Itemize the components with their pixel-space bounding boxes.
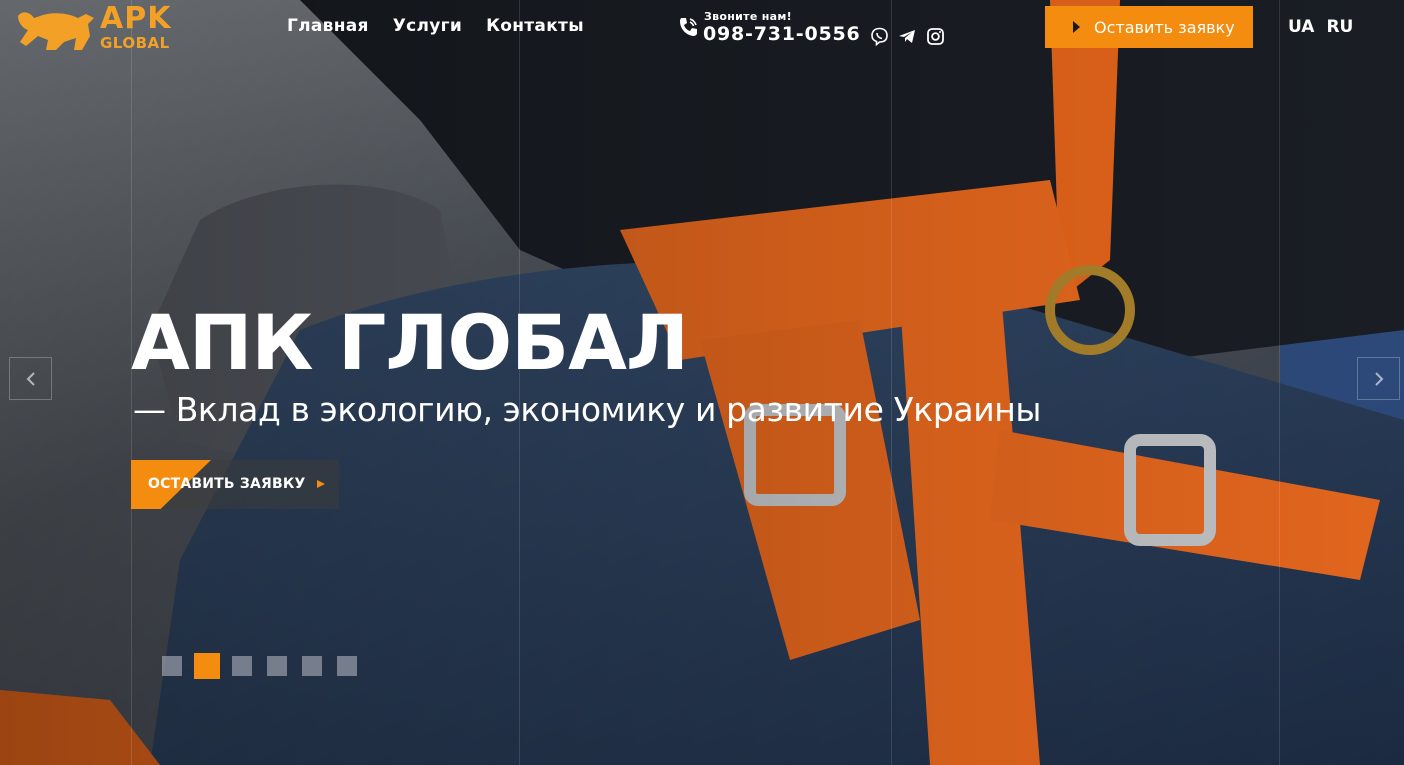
- hero-title: АПК ГЛОБАЛ: [131, 298, 689, 387]
- hero-subtitle: — Вклад в экологию, экономику и развитие…: [133, 390, 1042, 429]
- nav-item-contacts[interactable]: Контакты: [486, 16, 584, 36]
- lang-ua[interactable]: UA: [1288, 17, 1314, 37]
- slider-dot-1[interactable]: [162, 656, 182, 676]
- chevron-right-icon: [1374, 371, 1383, 386]
- logo[interactable]: APK GLOBAL: [16, 1, 182, 52]
- logo-text-top: APK: [100, 1, 172, 36]
- request-button-label: Оставить заявку: [1094, 17, 1235, 37]
- slider-dot-4[interactable]: [267, 656, 287, 676]
- instagram-icon[interactable]: [926, 27, 945, 46]
- request-button-header[interactable]: Оставить заявку: [1045, 6, 1253, 48]
- viber-icon[interactable]: [870, 27, 889, 47]
- lang-ru[interactable]: RU: [1326, 17, 1353, 37]
- logo-text-bottom: GLOBAL: [100, 34, 170, 52]
- hero-button-label: ОСТАВИТЬ ЗАЯВКУ: [148, 476, 306, 492]
- phone-number-link[interactable]: 098-731-0556: [703, 23, 861, 45]
- request-button-hero[interactable]: ОСТАВИТЬ ЗАЯВКУ: [131, 460, 339, 509]
- slider-dot-2[interactable]: [194, 653, 220, 679]
- grid-line: [891, 0, 892, 765]
- nav-item-home[interactable]: Главная: [287, 16, 369, 36]
- bull-icon: [18, 12, 94, 50]
- telegram-icon[interactable]: [898, 27, 917, 46]
- phone-icon: [680, 18, 697, 36]
- grid-line: [1279, 0, 1280, 765]
- slider-dot-6[interactable]: [337, 656, 357, 676]
- site-header: APK GLOBAL Главная Услуги Контакты Звони…: [0, 0, 1404, 56]
- nav-item-services[interactable]: Услуги: [393, 16, 462, 36]
- language-switcher: UA RU: [1288, 17, 1353, 37]
- slider-prev-button[interactable]: [9, 357, 52, 400]
- play-icon: [317, 480, 325, 488]
- play-icon: [1073, 21, 1080, 33]
- slider-next-button[interactable]: [1357, 357, 1400, 400]
- chevron-left-icon: [26, 371, 35, 386]
- main-nav: Главная Услуги Контакты: [287, 16, 584, 36]
- slider-dot-3[interactable]: [232, 656, 252, 676]
- social-links: [870, 27, 945, 47]
- slider-dot-5[interactable]: [302, 656, 322, 676]
- phone-caption: Звоните нам!: [704, 10, 792, 23]
